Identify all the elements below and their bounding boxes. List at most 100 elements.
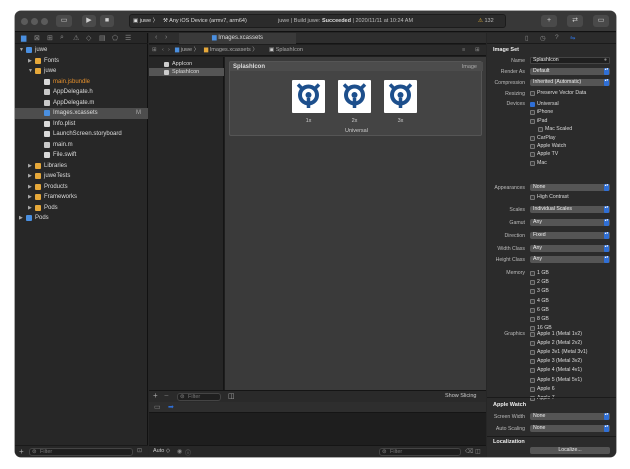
- compression-popup[interactable]: Inherited (Automatic): [530, 79, 610, 86]
- device-checkbox[interactable]: [530, 102, 535, 107]
- add-editor-icon[interactable]: ⊞: [475, 45, 480, 56]
- image-slot-3x[interactable]: [384, 80, 417, 113]
- appearances-popup[interactable]: None: [530, 184, 610, 191]
- screen-width-popup[interactable]: None: [530, 413, 610, 420]
- console-area[interactable]: [149, 414, 486, 445]
- high-contrast-checkbox[interactable]: [530, 195, 535, 200]
- graphics-checkbox[interactable]: [530, 341, 535, 347]
- scales-popup[interactable]: Individual Scales: [530, 206, 610, 213]
- device-selector[interactable]: ⚒ Any iOS Device (armv7, arm64): [163, 15, 247, 27]
- height-class-popup[interactable]: Any: [530, 256, 610, 263]
- file-tree-item[interactable]: File.swift: [15, 150, 148, 161]
- debug-icon[interactable]: ▤: [99, 34, 106, 42]
- memory-checkbox[interactable]: [530, 317, 535, 322]
- preserve-vector-checkbox[interactable]: [530, 91, 535, 96]
- disclosure-closed-icon[interactable]: ▶: [28, 203, 32, 214]
- file-tree-item[interactable]: ▶ Libraries: [15, 161, 148, 172]
- library-plus-button[interactable]: +: [541, 15, 557, 27]
- zoom-window-button[interactable]: [41, 18, 48, 25]
- source-control-icon[interactable]: ⊠: [34, 34, 40, 42]
- asset-list-item[interactable]: AppIcon: [149, 60, 224, 68]
- breakpoints-toggle-icon[interactable]: ➡: [168, 403, 174, 411]
- graphics-checkbox[interactable]: [530, 377, 535, 383]
- image-slot-2x[interactable]: [338, 80, 371, 113]
- file-tree-item[interactable]: main.m: [15, 140, 148, 151]
- device-checkbox[interactable]: [530, 144, 535, 149]
- file-tree-item[interactable]: ▶ Pods: [15, 203, 148, 214]
- graphics-checkbox[interactable]: [530, 368, 535, 374]
- minimize-window-button[interactable]: [31, 18, 38, 25]
- graphics-checkbox[interactable]: [530, 332, 535, 337]
- device-checkbox[interactable]: [538, 127, 543, 133]
- breakpoint-icon[interactable]: ⬠: [112, 34, 118, 42]
- print-description-icon[interactable]: ⓘ: [185, 448, 191, 457]
- inspector-toggle-button[interactable]: ▭: [593, 15, 609, 27]
- symbol-icon[interactable]: ⊞: [47, 34, 53, 42]
- forward-arrow-icon[interactable]: ›: [165, 34, 167, 41]
- direction-popup[interactable]: Fixed: [530, 232, 610, 239]
- disclosure-open-icon[interactable]: ▼: [19, 45, 24, 56]
- image-set-box[interactable]: SplashIcon Image 1x 2x 3x Universal: [229, 61, 483, 136]
- back-arrow-icon[interactable]: ‹: [155, 34, 157, 41]
- show-slicing-button[interactable]: Show Slicing: [445, 393, 477, 399]
- device-checkbox[interactable]: [530, 135, 535, 141]
- variables-scope-selector[interactable]: Auto ◇: [153, 448, 170, 454]
- file-tree-item[interactable]: main.jsbundle: [15, 77, 148, 88]
- render-as-popup[interactable]: Default: [530, 68, 610, 75]
- disclosure-closed-icon[interactable]: ▶: [28, 171, 32, 182]
- tab-images-xcassets[interactable]: ▆ Images.xcassets: [179, 33, 296, 44]
- graphics-checkbox[interactable]: [530, 359, 535, 365]
- related-items-icon[interactable]: ⊞: [152, 45, 157, 56]
- jump-forward-icon[interactable]: ›: [168, 45, 170, 56]
- memory-checkbox[interactable]: [530, 326, 535, 332]
- attributes-inspector-icon[interactable]: ⇋: [570, 34, 575, 42]
- add-asset-button[interactable]: +: [153, 391, 158, 400]
- recent-files-filter-icon[interactable]: ⊡: [137, 447, 142, 454]
- clear-icon[interactable]: ●: [604, 57, 607, 63]
- console-filter-input[interactable]: ⊜ Filter: [379, 448, 461, 456]
- asset-filter-input[interactable]: ⊜ Filter: [177, 393, 221, 401]
- warning-badge[interactable]: ⚠ 132: [478, 15, 494, 27]
- code-review-button[interactable]: ⇄: [567, 15, 583, 27]
- trash-icon[interactable]: ⌫: [465, 448, 473, 455]
- memory-checkbox[interactable]: [530, 280, 535, 286]
- file-tree-item[interactable]: AppDelegate.m: [15, 98, 148, 109]
- jump-bar-item-project[interactable]: ▆ juwe 〉: [175, 45, 199, 56]
- jump-bar-item-asset[interactable]: ▣ SplashIcon: [269, 45, 303, 56]
- report-icon[interactable]: ☰: [125, 34, 131, 42]
- toggle-outline-icon[interactable]: ◫: [228, 392, 235, 400]
- jump-bar-item-catalog[interactable]: ▆ Images.xcassets 〉: [204, 45, 258, 56]
- jump-back-icon[interactable]: ‹: [162, 45, 164, 56]
- scheme-selector[interactable]: ▣ juwe 〉: [133, 15, 158, 27]
- disclosure-closed-icon[interactable]: ▶: [28, 56, 32, 67]
- graphics-checkbox[interactable]: [530, 386, 535, 392]
- file-tree-item[interactable]: ▶ Products: [15, 182, 148, 193]
- device-checkbox[interactable]: [530, 118, 535, 124]
- stop-button[interactable]: ■: [100, 15, 114, 27]
- find-icon[interactable]: ⌕: [60, 34, 64, 42]
- disclosure-closed-icon[interactable]: ▶: [28, 161, 32, 172]
- file-tree-item[interactable]: Images.xcassets M: [15, 108, 148, 119]
- memory-checkbox[interactable]: [530, 298, 535, 304]
- hide-debug-area-icon[interactable]: ▭: [154, 403, 161, 411]
- test-icon[interactable]: ◇: [86, 34, 91, 42]
- file-tree-item[interactable]: Info.plist: [15, 119, 148, 130]
- run-button[interactable]: ▶: [82, 15, 96, 27]
- file-tree-item[interactable]: ▶ juweTests: [15, 171, 148, 182]
- device-checkbox[interactable]: [530, 152, 535, 158]
- file-inspector-icon[interactable]: ▯: [525, 34, 529, 42]
- navigator-toggle-button[interactable]: ▭: [56, 15, 72, 27]
- file-tree-item[interactable]: ▼ juwe: [15, 45, 148, 56]
- graphics-checkbox[interactable]: [530, 350, 535, 356]
- navigator-filter-input[interactable]: ⊜ Filter: [29, 448, 133, 456]
- issue-icon[interactable]: ⚠: [73, 34, 79, 42]
- file-tree-item[interactable]: ▶ Frameworks: [15, 192, 148, 203]
- disclosure-closed-icon[interactable]: ▶: [19, 213, 23, 224]
- file-tree-item[interactable]: AppDelegate.h: [15, 87, 148, 98]
- disclosure-closed-icon[interactable]: ▶: [28, 192, 32, 203]
- memory-checkbox[interactable]: [530, 289, 535, 295]
- adjust-editor-icon[interactable]: ≡: [462, 45, 465, 56]
- disclosure-open-icon[interactable]: ▼: [28, 66, 33, 77]
- name-field[interactable]: SplashIcon ●: [530, 57, 610, 64]
- localize-button[interactable]: Localize...: [530, 447, 610, 454]
